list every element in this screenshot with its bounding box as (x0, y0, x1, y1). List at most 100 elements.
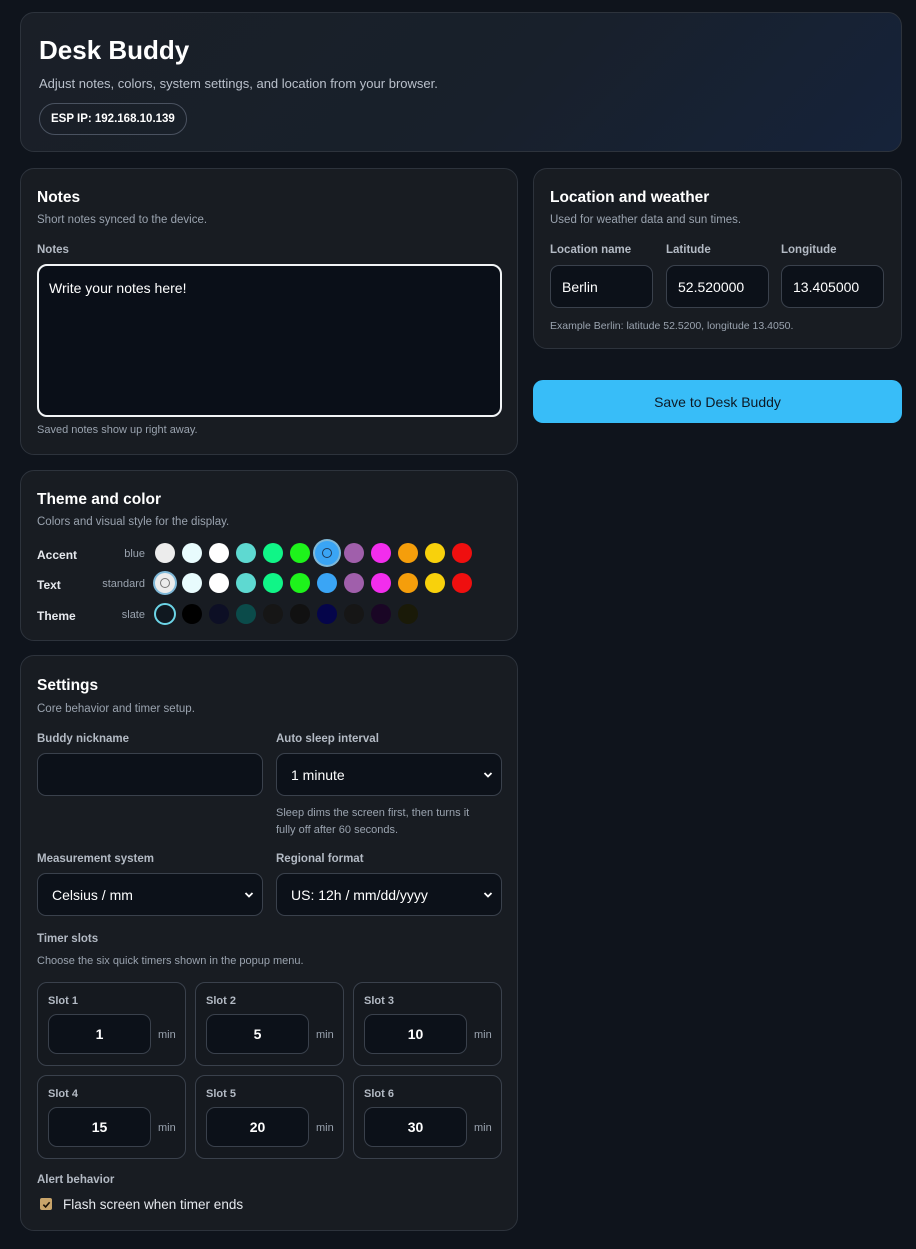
timer-slots-hint: Choose the six quick timers shown in the… (37, 955, 304, 967)
save-button[interactable]: Save to Desk Buddy (533, 380, 902, 423)
color-swatch[interactable] (452, 543, 472, 563)
chevron-down-icon (244, 891, 254, 898)
measurement-label: Measurement system (37, 853, 154, 865)
color-swatch[interactable] (209, 573, 229, 593)
color-swatch[interactable] (371, 573, 391, 593)
slot-input[interactable]: 5 (206, 1014, 309, 1054)
slot-label: Slot 3 (364, 995, 394, 1007)
location-subtitle: Used for weather data and sun times. (550, 214, 742, 226)
text-row-value: standard (102, 578, 145, 590)
notes-textarea[interactable]: Write your notes here! (37, 264, 502, 417)
slot-unit: min (316, 1122, 334, 1134)
location-title: Location and weather (550, 189, 710, 206)
color-swatch[interactable] (236, 604, 256, 624)
color-swatch[interactable] (236, 573, 256, 593)
header-card: Desk Buddy Adjust notes, colors, system … (20, 12, 902, 152)
color-swatch[interactable] (236, 543, 256, 563)
timer-slot: Slot 5 20 min (195, 1075, 344, 1159)
notes-title: Notes (37, 189, 81, 206)
color-swatch[interactable] (371, 604, 391, 624)
sleep-hint-line-2: fully off after 60 seconds. (276, 824, 399, 836)
color-swatch[interactable] (154, 603, 176, 625)
color-swatch[interactable] (344, 604, 364, 624)
color-swatch[interactable] (155, 543, 175, 563)
location-hint: Example Berlin: latitude 52.5200, longit… (550, 320, 794, 332)
latitude-input[interactable]: 52.520000 (666, 265, 769, 308)
slot-unit: min (158, 1122, 176, 1134)
app-subtitle: Adjust notes, colors, system settings, a… (39, 76, 438, 91)
nickname-input[interactable] (37, 753, 263, 796)
color-swatch[interactable] (155, 573, 175, 593)
chevron-down-icon (483, 771, 493, 778)
color-swatch[interactable] (263, 604, 283, 624)
timer-slot: Slot 2 5 min (195, 982, 344, 1066)
latitude-label: Latitude (666, 244, 711, 256)
slot-unit: min (474, 1122, 492, 1134)
color-swatch[interactable] (398, 543, 418, 563)
theme-subtitle: Colors and visual style for the display. (37, 516, 230, 528)
chevron-down-icon (483, 891, 493, 898)
color-swatch[interactable] (263, 573, 283, 593)
measurement-value: Celsius / mm (52, 886, 133, 903)
color-swatch[interactable] (371, 543, 391, 563)
settings-title: Settings (37, 677, 99, 694)
color-swatch[interactable] (290, 573, 310, 593)
theme-row-value: slate (121, 609, 145, 621)
slot-unit: min (474, 1029, 492, 1041)
location-card: Location and weather Used for weather da… (533, 168, 902, 349)
sleep-hint-line-1: Sleep dims the screen first, then turns … (276, 807, 470, 819)
flash-screen-checkbox[interactable] (40, 1198, 52, 1210)
longitude-label: Longitude (781, 244, 837, 256)
accent-row-label: Accent (37, 548, 78, 562)
slot-label: Slot 4 (48, 1088, 78, 1100)
longitude-input[interactable]: 13.405000 (781, 265, 884, 308)
color-swatch[interactable] (398, 604, 418, 624)
esp-ip-badge: ESP IP: 192.168.10.139 (39, 103, 187, 135)
color-swatch[interactable] (209, 604, 229, 624)
notes-subtitle: Short notes synced to the device. (37, 214, 208, 226)
measurement-select[interactable]: Celsius / mm (37, 873, 263, 916)
slot-input[interactable]: 20 (206, 1107, 309, 1147)
color-swatch[interactable] (315, 541, 339, 565)
flash-screen-label[interactable]: Flash screen when timer ends (63, 1197, 243, 1212)
location-name-input[interactable]: Berlin (550, 265, 653, 308)
app-title: Desk Buddy (39, 35, 190, 65)
notes-card: Notes Short notes synced to the device. … (20, 168, 518, 455)
color-swatch[interactable] (182, 543, 202, 563)
slot-unit: min (158, 1029, 176, 1041)
color-swatch[interactable] (209, 543, 229, 563)
sleep-label: Auto sleep interval (276, 733, 379, 745)
region-select[interactable]: US: 12h / mm/dd/yyyy (276, 873, 502, 916)
color-swatch[interactable] (182, 604, 202, 624)
color-swatch[interactable] (344, 573, 364, 593)
alert-behavior-label: Alert behavior (37, 1174, 115, 1186)
color-swatch[interactable] (290, 604, 310, 624)
slot-input[interactable]: 30 (364, 1107, 467, 1147)
location-name-label: Location name (550, 244, 632, 256)
color-swatch[interactable] (290, 543, 310, 563)
slot-label: Slot 1 (48, 995, 78, 1007)
sleep-select[interactable]: 1 minute (276, 753, 502, 796)
color-swatch[interactable] (344, 543, 364, 563)
timer-slot: Slot 4 15 min (37, 1075, 186, 1159)
color-swatch[interactable] (263, 543, 283, 563)
color-swatch[interactable] (182, 573, 202, 593)
timer-slot: Slot 3 10 min (353, 982, 502, 1066)
slot-input[interactable]: 10 (364, 1014, 467, 1054)
slot-input[interactable]: 15 (48, 1107, 151, 1147)
notes-hint: Saved notes show up right away. (37, 424, 198, 436)
color-swatch[interactable] (425, 573, 445, 593)
timer-slots-label: Timer slots (37, 933, 99, 945)
timer-slot: Slot 6 30 min (353, 1075, 502, 1159)
color-swatch[interactable] (398, 573, 418, 593)
text-row-label: Text (37, 578, 61, 592)
color-swatch[interactable] (317, 573, 337, 593)
nickname-label: Buddy nickname (37, 733, 130, 745)
color-swatch[interactable] (452, 573, 472, 593)
color-swatch[interactable] (317, 604, 337, 624)
color-swatch[interactable] (425, 543, 445, 563)
slot-input[interactable]: 1 (48, 1014, 151, 1054)
longitude-value: 13.405000 (793, 278, 860, 295)
notes-label: Notes (37, 244, 69, 256)
latitude-value: 52.520000 (678, 278, 745, 295)
